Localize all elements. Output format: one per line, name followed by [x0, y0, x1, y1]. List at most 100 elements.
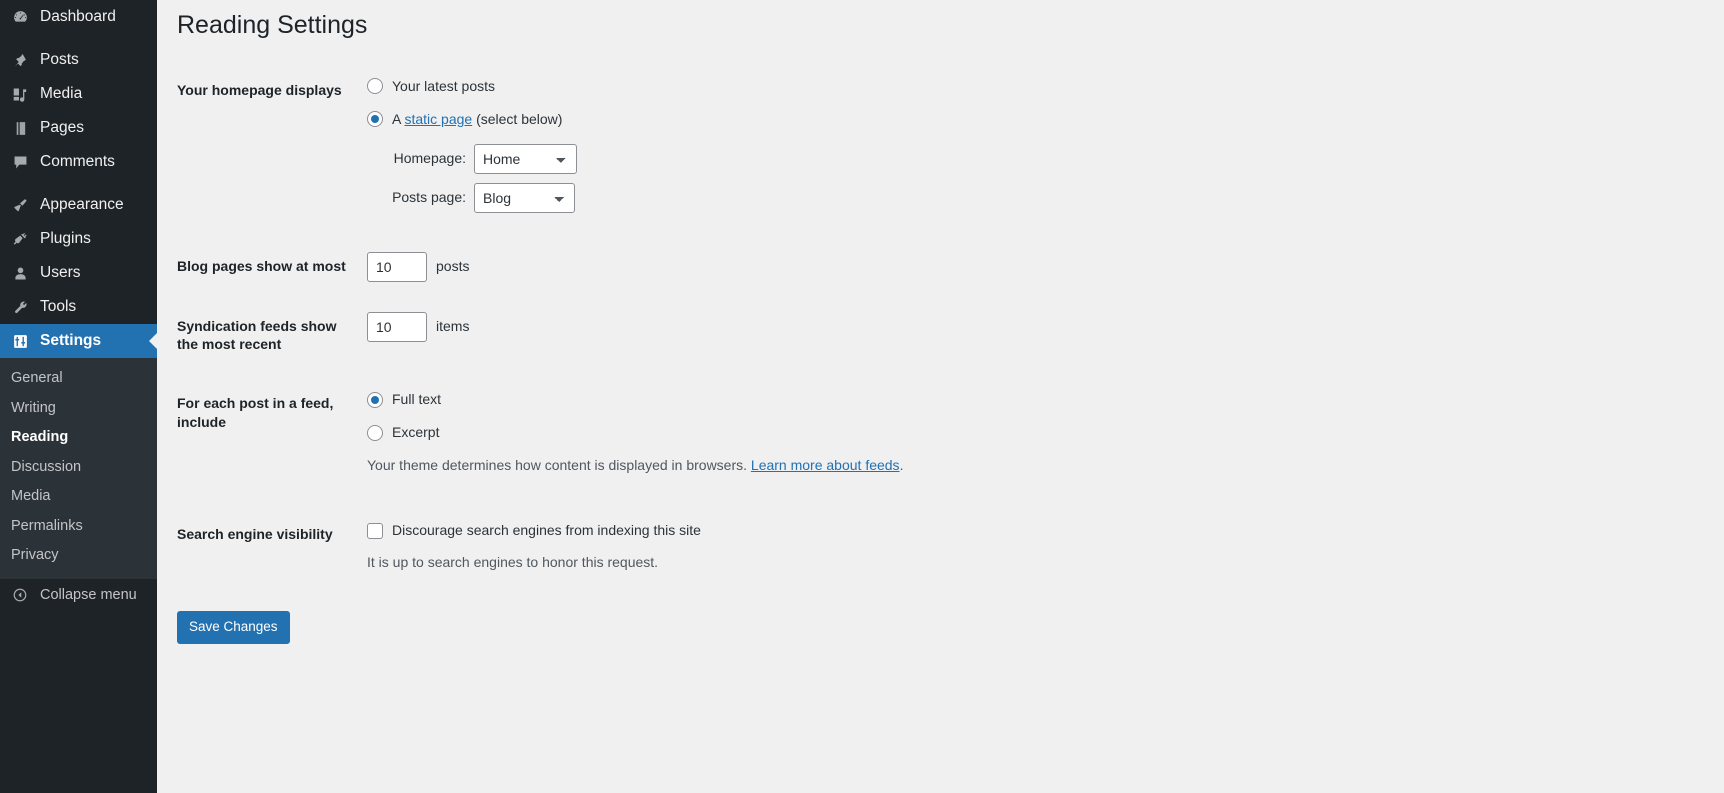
page-title: Reading Settings — [177, 11, 368, 39]
radio-full-text[interactable] — [367, 391, 383, 408]
setting-row-homepage-displays: Your homepage displays Your latest posts… — [157, 61, 913, 237]
sliders-icon — [9, 333, 31, 350]
sidebar-item-label: Pages — [40, 118, 84, 136]
sidebar-divider — [0, 34, 157, 43]
sidebar-item-label: Users — [40, 263, 81, 281]
blog-pages-field: posts — [357, 237, 913, 297]
radio-static-page-label: A static page (select below) — [392, 109, 562, 130]
feed-desc-prefix: Your theme determines how content is dis… — [367, 457, 751, 474]
sidebar-item-label: Settings — [40, 331, 102, 349]
sidebar-item-label: Posts — [40, 50, 79, 68]
sidebar-item-label: Plugins — [40, 229, 91, 247]
submenu-item-writing[interactable]: Writing — [0, 394, 157, 424]
submenu-item-privacy[interactable]: Privacy — [0, 541, 157, 571]
sidebar-item-label: Comments — [40, 152, 115, 170]
homepage-select[interactable]: Home — [474, 143, 577, 174]
media-icon — [9, 86, 31, 103]
static-page-selectors: Homepage: Home Posts page: Blog — [382, 143, 903, 213]
setting-row-syndication: Syndication feeds show the most recent i… — [157, 297, 913, 375]
comments-icon — [9, 154, 31, 171]
radio-option-static-page[interactable]: A static page (select below) — [367, 109, 903, 130]
blog-pages-label: Blog pages show at most — [177, 257, 346, 274]
dashboard-icon — [9, 9, 31, 26]
submit-area: Save Changes — [157, 611, 1724, 644]
posts-page-select-label: Posts page: — [392, 189, 466, 205]
learn-more-feeds-link[interactable]: Learn more about feeds — [751, 457, 900, 473]
sidebar-divider — [0, 179, 157, 188]
sidebar-item-dashboard[interactable]: Dashboard — [0, 0, 157, 34]
pin-icon — [9, 52, 31, 69]
wordpress-admin-screen: Dashboard Posts Media Pages Comments App… — [0, 0, 1724, 793]
radio-option-excerpt[interactable]: Excerpt — [367, 422, 903, 443]
pages-icon — [9, 120, 31, 137]
feed-items-suffix: items — [436, 318, 470, 334]
syndication-inline: items — [367, 311, 903, 342]
paintbrush-icon — [9, 197, 31, 214]
posts-page-select[interactable]: Blog — [474, 182, 575, 213]
discourage-search-label: Discourage search engines from indexing … — [392, 522, 701, 539]
setting-row-search-visibility: Search engine visibility Discourage sear… — [157, 505, 913, 602]
syndication-label: Syndication feeds show the most recent — [177, 317, 337, 353]
feed-content-label: For each post in a feed, include — [177, 395, 334, 431]
feed-items-input[interactable] — [367, 311, 427, 342]
discourage-search-checkbox[interactable] — [367, 522, 383, 539]
static-prefix-text: A — [392, 110, 405, 127]
radio-excerpt[interactable] — [367, 424, 383, 441]
feed-content-description: Your theme determines how content is dis… — [367, 455, 903, 476]
sidebar-item-comments[interactable]: Comments — [0, 145, 157, 179]
feed-desc-suffix: . — [899, 457, 904, 474]
setting-row-feed-content: For each post in a feed, include Full te… — [157, 374, 913, 505]
radio-excerpt-label: Excerpt — [392, 424, 440, 441]
sidebar-item-appearance[interactable]: Appearance — [0, 188, 157, 222]
search-visibility-description: It is up to search engines to honor this… — [367, 554, 659, 571]
feed-content-field: Full text Excerpt Your theme determines … — [357, 374, 913, 505]
syndication-field: items — [357, 297, 913, 375]
discourage-search-row[interactable]: Discourage search engines from indexing … — [367, 520, 903, 541]
search-visibility-field: Discourage search engines from indexing … — [357, 505, 913, 602]
sidebar-item-tools[interactable]: Tools — [0, 290, 157, 324]
submenu-item-general[interactable]: General — [0, 364, 157, 394]
wrench-icon — [9, 299, 31, 316]
radio-static-page[interactable] — [367, 111, 383, 127]
radio-option-full-text[interactable]: Full text — [367, 389, 903, 410]
collapse-menu-button[interactable]: Collapse menu — [0, 578, 157, 612]
static-page-link[interactable]: static page — [404, 111, 472, 127]
radio-option-latest-posts[interactable]: Your latest posts — [367, 76, 903, 97]
posts-per-page-suffix: posts — [436, 258, 470, 274]
sidebar-item-label: Tools — [40, 297, 77, 315]
sidebar-item-users[interactable]: Users — [0, 256, 157, 290]
homepage-select-label: Homepage: — [393, 150, 466, 166]
static-suffix-text: (select below) — [472, 110, 563, 127]
sidebar-item-posts[interactable]: Posts — [0, 43, 157, 77]
radio-full-text-label: Full text — [392, 391, 442, 408]
sidebar-item-label: Media — [40, 84, 83, 102]
search-visibility-label: Search engine visibility — [177, 526, 333, 543]
homepage-select-row: Homepage: Home — [382, 143, 903, 174]
user-icon — [9, 265, 31, 282]
radio-latest-posts[interactable] — [367, 78, 383, 94]
submenu-item-media[interactable]: Media — [0, 482, 157, 512]
admin-sidebar: Dashboard Posts Media Pages Comments App… — [0, 0, 157, 793]
submenu-item-discussion[interactable]: Discussion — [0, 453, 157, 483]
submenu-item-permalinks[interactable]: Permalinks — [0, 512, 157, 542]
sidebar-item-label: Dashboard — [40, 7, 116, 25]
sidebar-item-settings[interactable]: Settings — [0, 324, 157, 358]
reading-settings-form: Your homepage displays Your latest posts… — [157, 61, 913, 603]
sidebar-item-label: Appearance — [40, 195, 124, 213]
blog-pages-inline: posts — [367, 251, 903, 282]
sidebar-item-media[interactable]: Media — [0, 77, 157, 111]
homepage-displays-field: Your latest posts A static page (select … — [357, 61, 913, 237]
posts-per-page-input[interactable] — [367, 251, 427, 282]
posts-page-select-row: Posts page: Blog — [382, 182, 903, 213]
sidebar-item-plugins[interactable]: Plugins — [0, 222, 157, 256]
save-changes-button[interactable]: Save Changes — [177, 611, 290, 644]
plug-icon — [9, 231, 31, 248]
setting-row-blog-pages: Blog pages show at most posts — [157, 237, 913, 297]
settings-submenu: General Writing Reading Discussion Media… — [0, 358, 157, 579]
submenu-item-reading[interactable]: Reading — [0, 423, 157, 453]
collapse-menu-label: Collapse menu — [40, 587, 137, 603]
homepage-displays-label: Your homepage displays — [177, 81, 342, 98]
chevron-left-circle-icon — [9, 587, 31, 603]
sidebar-item-pages[interactable]: Pages — [0, 111, 157, 145]
radio-latest-posts-label: Your latest posts — [392, 77, 495, 94]
